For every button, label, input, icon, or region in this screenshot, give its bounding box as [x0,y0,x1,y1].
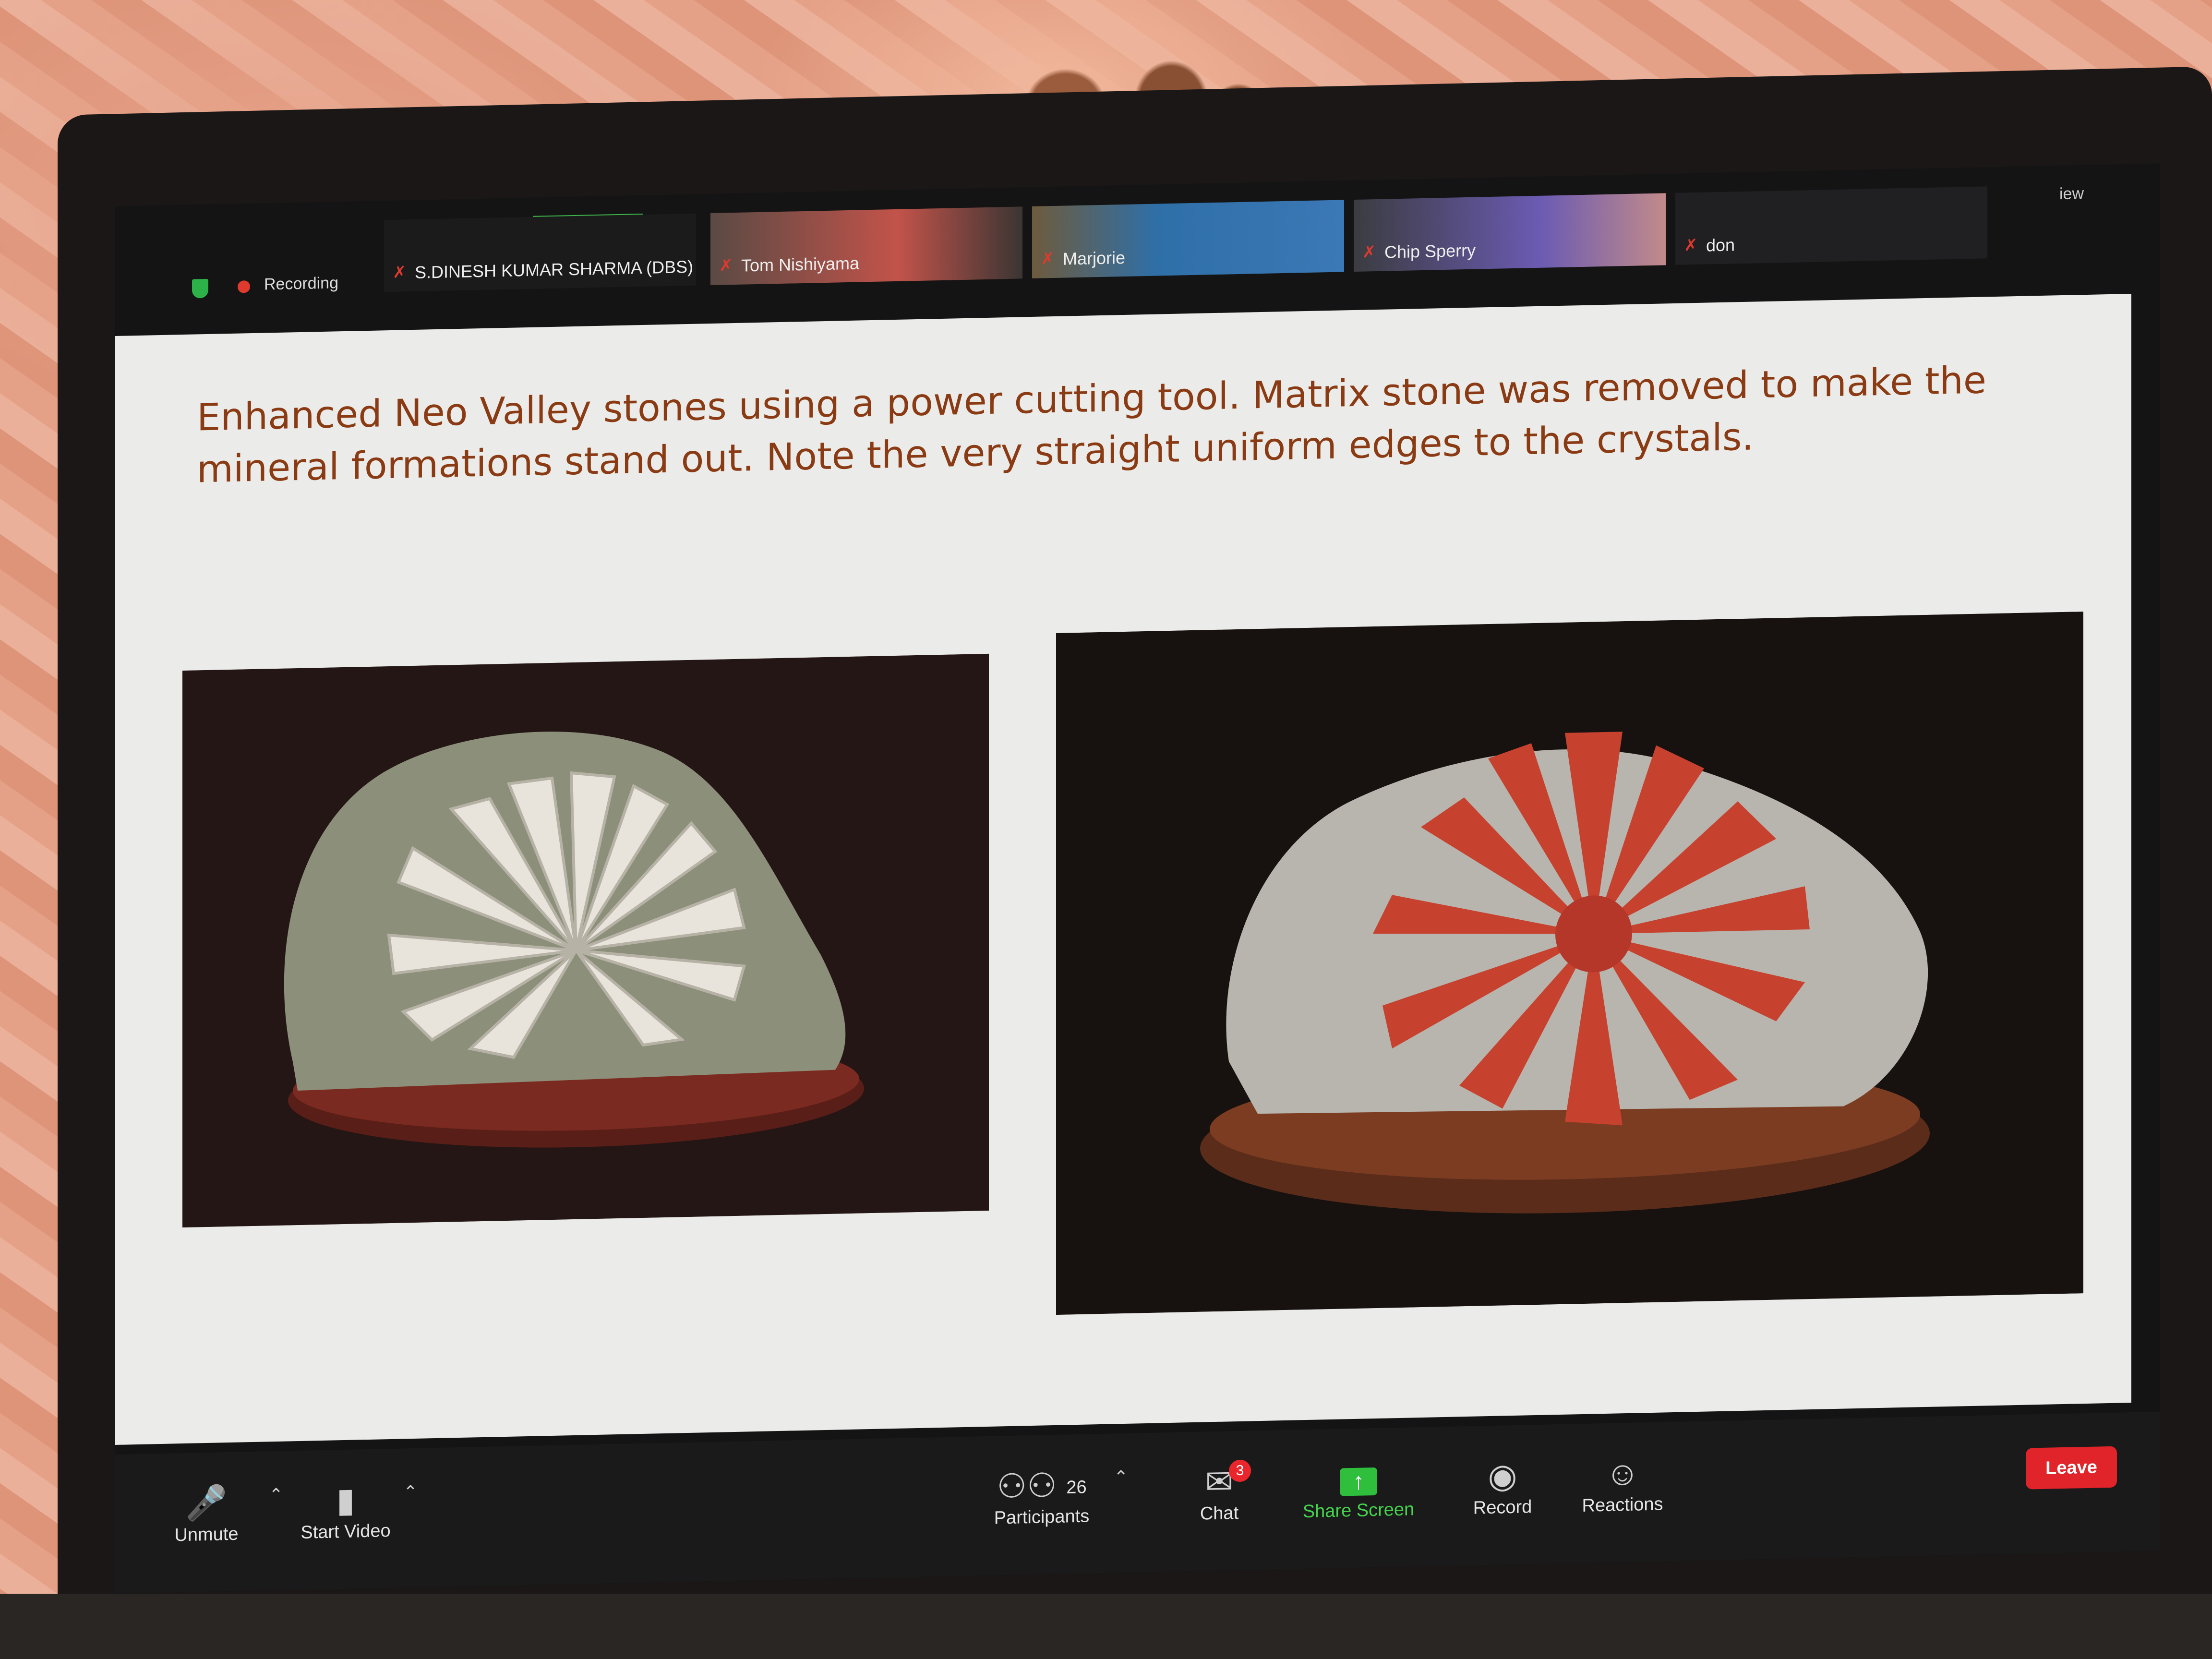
recording-icon [238,280,250,293]
reactions-button[interactable]: ☺ Reactions [1560,1451,1685,1517]
participant-tile[interactable]: ✗ don [1675,186,1987,265]
share-screen-button[interactable]: ↑ Share Screen [1282,1455,1435,1523]
video-off-icon: ▮ [336,1481,355,1519]
zoom-window: Recording ✗ S.DINESH KUMAR SHARMA (DBS) … [115,163,2160,1594]
muted-mic-icon: ✗ [1041,250,1055,268]
participant-name: S.DINESH KUMAR SHARMA (DBS) [415,256,694,282]
recording-label: Recording [264,274,338,294]
white-crystal-stone-image [182,653,989,1228]
muted-mic-icon: ✗ [1362,242,1376,262]
participant-tile[interactable]: ✗ Chip Sperry [1354,193,1666,272]
participants-button[interactable]: ⚇⚇ 26 Participants [965,1462,1118,1529]
unmute-button[interactable]: 🎤 Unmute [144,1480,269,1546]
participant-name: don [1706,235,1735,255]
start-video-label: Start Video [301,1520,391,1543]
record-icon: ◉ [1488,1456,1517,1495]
slide-title: Enhanced Neo Valley stones using a power… [197,359,1986,492]
participant-tile[interactable]: ✗ Tom Nishiyama [710,206,1022,286]
stone-photo-left [182,653,989,1228]
view-button[interactable]: iew [2059,184,2084,204]
video-options-caret-icon[interactable]: ⌃ [403,1482,418,1503]
share-screen-icon: ↑ [1282,1455,1435,1502]
chat-unread-badge: 3 [1229,1459,1251,1482]
muted-mic-icon: ✗ [393,263,407,282]
participants-count: 26 [1066,1477,1087,1498]
participant-name: Marjorie [1063,247,1126,269]
participants-label: Participants [994,1506,1090,1528]
unmute-label: Unmute [174,1524,239,1546]
participants-options-caret-icon[interactable]: ⌃ [1114,1467,1128,1488]
share-screen-label: Share Screen [1302,1499,1415,1522]
chat-label: Chat [1200,1503,1239,1524]
muted-mic-icon: ✗ [1684,236,1698,255]
stone-photo-right [1056,612,2083,1315]
reactions-label: Reactions [1582,1494,1663,1516]
participant-name: Tom Nishiyama [741,253,860,276]
leave-button[interactable]: Leave [2026,1446,2117,1490]
record-button[interactable]: ◉ Record [1440,1453,1565,1519]
laptop-hinge [0,1594,2212,1659]
participant-tile[interactable]: ✗ S.DINESH KUMAR SHARMA (DBS) [384,213,696,292]
start-video-button[interactable]: ▮ Start Video [283,1477,408,1543]
chat-button[interactable]: ✉ 3 Chat [1157,1459,1282,1525]
shared-slide: Enhanced Neo Valley stones using a power… [115,294,2131,1445]
red-crystal-stone-image [1056,612,2083,1315]
reactions-icon: ☺ [1605,1454,1640,1492]
security-shield-icon[interactable] [192,278,208,299]
participant-tile[interactable]: ✗ Marjorie [1032,200,1344,278]
participants-icon: ⚇⚇ 26 [997,1466,1087,1505]
muted-mic-icon: 🎤 [185,1484,228,1522]
participant-name: Chip Sperry [1384,240,1476,262]
audio-options-caret-icon[interactable]: ⌃ [269,1485,283,1505]
chat-icon: ✉ 3 [1157,1459,1282,1504]
muted-mic-icon: ✗ [719,256,733,275]
record-label: Record [1473,1497,1532,1518]
